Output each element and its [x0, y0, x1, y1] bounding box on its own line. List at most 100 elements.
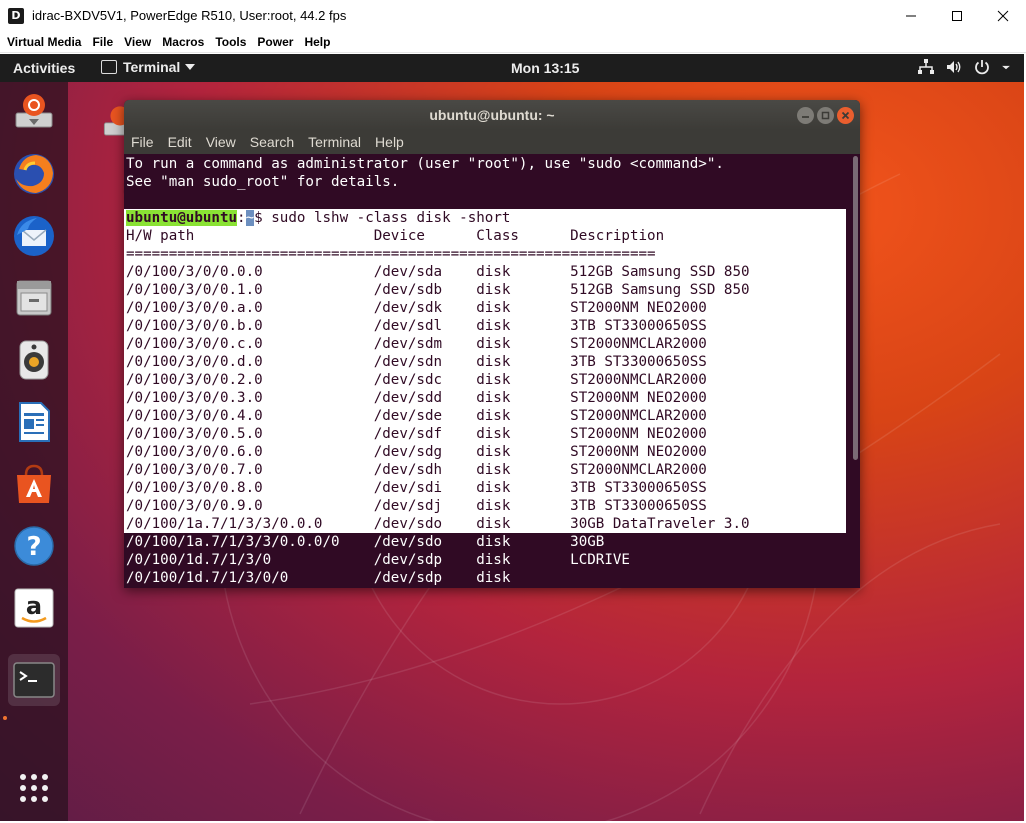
dock-files[interactable] — [8, 272, 60, 324]
minimize-button[interactable] — [888, 0, 934, 31]
table-row: /0/100/1d.7/1/3/0 /dev/sdp disk LCDRIVE — [126, 552, 630, 568]
dock-libreoffice-writer[interactable] — [8, 396, 60, 448]
app-menu-terminal[interactable]: Terminal — [101, 59, 196, 75]
table-row: /0/100/3/0/0.2.0 /dev/sdc disk ST2000NMC… — [126, 372, 707, 388]
ubuntu-desktop: Activities Terminal Mon 13:15 ? a ubuntu… — [0, 54, 1024, 821]
maximize-icon — [821, 111, 830, 120]
system-tray[interactable] — [917, 58, 1011, 76]
terminal-line: To run a command as administrator (user … — [126, 156, 724, 172]
table-row: /0/100/3/0/0.5.0 /dev/sdf disk ST2000NM … — [126, 426, 707, 442]
table-row: /0/100/3/0/0.3.0 /dev/sdd disk ST2000NM … — [126, 390, 707, 406]
idrac-app-icon: D — [8, 7, 24, 24]
close-icon — [841, 111, 850, 120]
chevron-down-icon[interactable] — [1001, 58, 1011, 76]
files-icon — [16, 280, 52, 316]
terminal-menu-edit[interactable]: Edit — [168, 134, 192, 150]
close-icon — [997, 10, 1009, 21]
menu-virtual-media[interactable]: Virtual Media — [7, 35, 81, 49]
table-row: /0/100/1a.7/1/3/3/0.0.0/0 /dev/sdo disk … — [126, 534, 605, 550]
host-titlebar: D idrac-BXDV5V1, PowerEdge R510, User:ro… — [0, 0, 1026, 31]
dock-ubuntu-software[interactable] — [8, 458, 60, 510]
table-row: /0/100/3/0/0.8.0 /dev/sdi disk 3TB ST330… — [126, 480, 707, 496]
terminal-output[interactable]: To run a command as administrator (user … — [124, 154, 860, 588]
table-row: /0/100/3/0/0.c.0 /dev/sdm disk ST2000NMC… — [126, 336, 707, 352]
terminal-titlebar[interactable]: ubuntu@ubuntu: ~ — [124, 100, 860, 130]
terminal-menu-view[interactable]: View — [206, 134, 236, 150]
power-icon[interactable] — [973, 58, 991, 76]
minimize-icon — [802, 116, 809, 118]
terminal-menu-file[interactable]: File — [131, 134, 154, 150]
clock[interactable]: Mon 13:15 — [511, 60, 579, 76]
firefox-icon — [14, 154, 54, 194]
menu-power[interactable]: Power — [257, 35, 293, 49]
ubuntu-top-bar: Activities Terminal Mon 13:15 — [0, 54, 1024, 82]
table-row: /0/100/3/0/0.b.0 /dev/sdl disk 3TB ST330… — [126, 318, 707, 334]
chevron-down-icon — [185, 64, 196, 70]
terminal-menu-help[interactable]: Help — [375, 134, 404, 150]
table-row: /0/100/3/0/0.9.0 /dev/sdj disk 3TB ST330… — [126, 498, 707, 514]
dock-show-applications[interactable] — [8, 762, 60, 814]
menu-macros[interactable]: Macros — [162, 35, 204, 49]
menu-help[interactable]: Help — [304, 35, 330, 49]
help-icon: ? — [14, 526, 54, 566]
terminal-menu-search[interactable]: Search — [250, 134, 294, 150]
terminal-minimize-button[interactable] — [797, 107, 814, 124]
prompt-user: ubuntu@ubuntu — [126, 210, 238, 226]
menu-tools[interactable]: Tools — [215, 35, 246, 49]
terminal-scrollbar[interactable] — [853, 156, 858, 460]
network-icon[interactable] — [917, 58, 935, 76]
host-window-title: idrac-BXDV5V1, PowerEdge R510, User:root… — [32, 8, 347, 23]
terminal-line: See "man sudo_root" for details. — [126, 174, 400, 190]
rhythmbox-icon — [19, 340, 49, 380]
table-row: /0/100/3/0/0.0.0 /dev/sda disk 512GB Sam… — [126, 264, 750, 280]
menu-file[interactable]: File — [92, 35, 113, 49]
terminal-close-button[interactable] — [837, 107, 854, 124]
table-row: /0/100/3/0/0.d.0 /dev/sdn disk 3TB ST330… — [126, 354, 707, 370]
table-separator: ========================================… — [126, 246, 656, 262]
table-row: /0/100/1d.7/1/3/0/0 /dev/sdp disk — [126, 570, 511, 586]
prompt-line: ubuntu@ubuntu:~$ sudo lshw -class disk -… — [126, 209, 510, 227]
svg-text:?: ? — [26, 532, 41, 562]
running-indicator — [3, 716, 7, 720]
terminal-menubar: File Edit View Search Terminal Help — [124, 130, 860, 154]
dock-thunderbird[interactable] — [8, 210, 60, 262]
table-row: /0/100/3/0/0.4.0 /dev/sde disk ST2000NMC… — [126, 408, 707, 424]
terminal-window[interactable]: ubuntu@ubuntu: ~ File Edit View Search T… — [124, 100, 860, 588]
writer-icon — [19, 402, 50, 442]
prompt-path: ~ — [245, 210, 255, 226]
table-row: /0/100/3/0/0.7.0 /dev/sdh disk ST2000NMC… — [126, 462, 707, 478]
dock-rhythmbox[interactable] — [8, 334, 60, 386]
dock-terminal[interactable] — [8, 654, 60, 706]
volume-icon[interactable] — [945, 58, 963, 76]
dock-firefox[interactable] — [8, 148, 60, 200]
app-grid-icon — [20, 774, 48, 802]
amazon-icon: a — [14, 588, 54, 628]
install-icon — [15, 94, 53, 128]
dock-install-ubuntu[interactable] — [8, 86, 60, 138]
prompt-colon: : — [237, 210, 246, 226]
close-button[interactable] — [980, 0, 1026, 31]
activities-button[interactable]: Activities — [13, 60, 75, 76]
table-row: /0/100/1a.7/1/3/3/0.0.0 /dev/sdo disk 30… — [126, 516, 750, 532]
table-row: /0/100/3/0/0.6.0 /dev/sdg disk ST2000NM … — [126, 444, 707, 460]
ubuntu-dock: ? a — [0, 82, 68, 821]
table-header: H/W path Device Class Description — [126, 228, 665, 244]
svg-text:a: a — [26, 592, 42, 620]
table-row: /0/100/3/0/0.1.0 /dev/sdb disk 512GB Sam… — [126, 282, 750, 298]
terminal-app-icon — [101, 60, 117, 74]
prompt-dollar: $ — [254, 210, 272, 226]
table-row: /0/100/3/0/0.a.0 /dev/sdk disk ST2000NM … — [126, 300, 707, 316]
terminal-title: ubuntu@ubuntu: ~ — [429, 107, 555, 123]
software-icon — [17, 464, 51, 503]
terminal-menu-terminal[interactable]: Terminal — [308, 134, 361, 150]
maximize-button[interactable] — [934, 0, 980, 31]
thunderbird-icon — [14, 216, 54, 256]
terminal-icon — [13, 662, 55, 698]
dock-help[interactable]: ? — [8, 520, 60, 572]
menu-view[interactable]: View — [124, 35, 151, 49]
dock-amazon[interactable]: a — [8, 582, 60, 634]
host-menubar: Virtual Media File View Macros Tools Pow… — [0, 31, 1026, 53]
minimize-icon — [906, 15, 916, 16]
terminal-maximize-button[interactable] — [817, 107, 834, 124]
maximize-icon — [952, 10, 962, 21]
